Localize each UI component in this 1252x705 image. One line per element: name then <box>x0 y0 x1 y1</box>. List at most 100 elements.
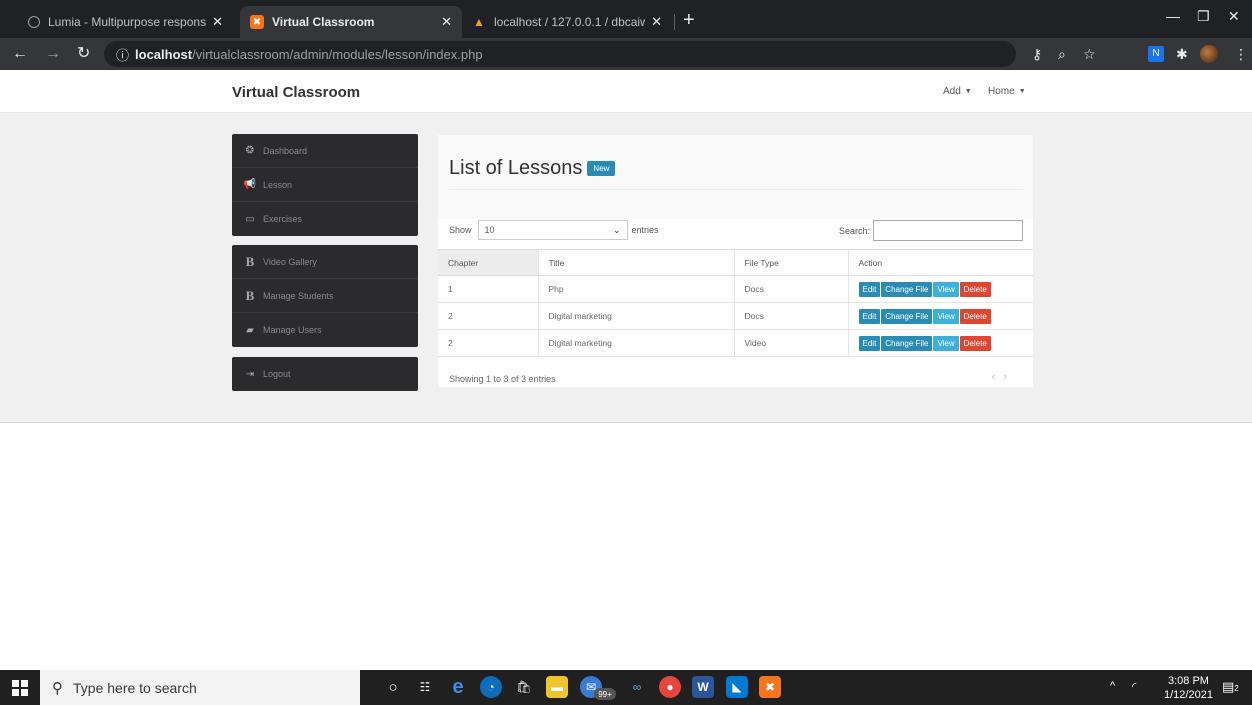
cell-chapter: 1 <box>438 275 539 303</box>
search-icon: ⚲ <box>52 679 63 697</box>
sidebar-item-manage-students[interactable]: B Manage Students <box>232 279 418 313</box>
column-header-action[interactable]: Action <box>848 249 1033 276</box>
bold-b-icon: B <box>245 287 255 303</box>
word-icon[interactable]: W <box>692 676 714 698</box>
restore-icon[interactable]: ❐ <box>1197 8 1210 25</box>
cell-actions: Edit Change File View Delete <box>848 302 1033 330</box>
change-file-button[interactable]: Change File <box>881 281 933 297</box>
sidebar-item-manage-users[interactable]: ▰ Manage Users <box>232 313 418 347</box>
new-tab-icon[interactable]: + <box>683 10 695 30</box>
page-title-text: List of Lessons <box>449 157 583 179</box>
internet-explorer-icon[interactable]: e <box>447 676 469 698</box>
zoom-icon[interactable]: ⌕ <box>1058 46 1066 62</box>
view-button[interactable]: View <box>933 335 959 351</box>
sidebar-item-label: Logout <box>263 369 291 379</box>
sidebar-item-label: Manage Students <box>263 290 334 301</box>
tab-phpmyadmin[interactable]: ▲ localhost / 127.0.0.1 / dbcaiwl / t ✕ <box>462 6 672 38</box>
view-button[interactable]: View <box>933 281 959 297</box>
forward-icon[interactable]: → <box>45 45 61 63</box>
infinity-app-icon[interactable]: ∞ <box>626 676 648 698</box>
delete-button[interactable]: Delete <box>959 335 991 351</box>
minimize-icon[interactable]: — <box>1166 8 1180 24</box>
dashboard-icon: ❂ <box>245 145 255 156</box>
sidebar-item-exercises[interactable]: ▭ Exercises <box>232 202 418 236</box>
previous-page-icon[interactable]: ‹ <box>992 371 1004 383</box>
sidebar-item-label: Lesson <box>263 179 293 190</box>
clock-date: 1/12/2021 <box>1164 689 1213 701</box>
change-file-button[interactable]: Change File <box>881 308 933 324</box>
close-icon[interactable]: ✕ <box>212 14 223 30</box>
new-lesson-button[interactable]: New <box>587 161 616 176</box>
sidebar-item-logout[interactable]: ⇥ Logout <box>232 357 418 391</box>
store-icon[interactable]: 🛍 <box>513 676 535 698</box>
file-explorer-icon[interactable]: ▬ <box>546 676 568 698</box>
bullhorn-icon: 📢 <box>243 179 257 190</box>
delete-button[interactable]: Delete <box>959 308 991 324</box>
nav-home-dropdown[interactable]: Home ▼ <box>988 86 1026 97</box>
chevron-down-icon: ⌄ <box>612 224 621 235</box>
close-icon[interactable]: ✕ <box>441 14 452 30</box>
sidebar-item-dashboard[interactable]: ❂ Dashboard <box>232 134 418 168</box>
key-icon[interactable]: ⚷ <box>1032 46 1042 62</box>
laptop-icon: ▭ <box>245 213 255 225</box>
close-icon[interactable]: ✕ <box>651 14 662 30</box>
url-host: localhost <box>135 46 193 62</box>
column-header-title[interactable]: Title <box>538 249 735 276</box>
bold-b-icon: B <box>245 253 255 269</box>
reload-icon[interactable]: ↻ <box>77 45 90 63</box>
extensions-puzzle-icon[interactable]: ✱ <box>1176 46 1188 62</box>
info-icon[interactable]: ⓘ <box>116 45 129 64</box>
cortana-icon[interactable]: ○ <box>382 676 404 698</box>
back-icon[interactable]: ← <box>12 45 28 63</box>
edit-button[interactable]: Edit <box>858 281 881 297</box>
entries-label: entries <box>631 225 659 235</box>
xampp-icon: ✖ <box>250 15 264 29</box>
table-row: 2 Digital marketing Video Edit Change Fil… <box>438 329 1033 357</box>
cell-title: Digital marketing <box>538 329 735 357</box>
clock[interactable]: 3:08 PM 1/12/2021 <box>1164 674 1213 702</box>
globe-icon <box>28 16 40 28</box>
view-button[interactable]: View <box>933 308 959 324</box>
entries-select[interactable]: 10 ⌄ <box>477 220 628 240</box>
task-view-icon[interactable]: ☷ <box>414 676 436 698</box>
column-header-file-type[interactable]: File Type <box>734 249 849 276</box>
next-page-icon[interactable]: › <box>1003 371 1015 383</box>
badge-count: 99+ <box>594 688 616 700</box>
xampp-icon[interactable]: ✖ <box>759 676 781 698</box>
windows-start-icon[interactable] <box>12 680 28 696</box>
profile-avatar[interactable] <box>1200 45 1218 63</box>
caret-down-icon: ▼ <box>964 87 972 95</box>
address-bar[interactable]: ⓘ localhost /virtualclassroom/admin/modu… <box>104 41 1016 67</box>
change-file-button[interactable]: Change File <box>881 335 933 351</box>
edit-button[interactable]: Edit <box>858 335 881 351</box>
cell-actions: Edit Change File View Delete <box>848 275 1033 303</box>
nav-link-label: Add <box>943 86 961 97</box>
notification-icon[interactable]: ▤2 <box>1222 679 1239 695</box>
extension-n-icon[interactable]: N <box>1148 46 1164 62</box>
menu-dots-icon[interactable]: ⋮ <box>1234 46 1248 62</box>
cell-title: Php <box>538 275 735 303</box>
edge-icon[interactable]: ◔ <box>480 676 502 698</box>
wifi-icon[interactable]: ◜ <box>1132 680 1136 693</box>
sidebar-item-video-gallery[interactable]: B Video Gallery <box>232 245 418 279</box>
table-row: 1 Php Docs Edit Change File View Delete <box>438 275 1033 303</box>
search-input[interactable] <box>873 220 1023 241</box>
photos-icon[interactable]: ◣ <box>726 676 748 698</box>
brand-title[interactable]: Virtual Classroom <box>232 84 360 101</box>
sidebar-item-lesson[interactable]: 📢 Lesson <box>232 168 418 202</box>
top-navbar: Virtual Classroom Add ▼ Home ▼ <box>0 70 1252 113</box>
nav-add-dropdown[interactable]: Add ▼ <box>943 86 972 97</box>
delete-button[interactable]: Delete <box>959 281 991 297</box>
chevron-up-icon[interactable]: ^ <box>1110 680 1115 692</box>
tab-lumia[interactable]: Lumia - Multipurpose responsive ✕ <box>18 6 233 38</box>
cell-title: Digital marketing <box>538 302 735 330</box>
tab-virtual-classroom[interactable]: ✖ Virtual Classroom ✕ <box>240 6 462 38</box>
cell-chapter: 2 <box>438 302 539 330</box>
column-header-chapter[interactable]: Chapter <box>438 249 539 276</box>
taskbar-search[interactable]: ⚲ Type here to search <box>40 670 360 705</box>
window-close-icon[interactable]: ✕ <box>1228 8 1240 25</box>
bookmark-star-icon[interactable]: ☆ <box>1083 46 1096 62</box>
taskbar-search-placeholder: Type here to search <box>73 679 197 696</box>
edit-button[interactable]: Edit <box>858 308 881 324</box>
chrome-icon[interactable]: ● <box>659 676 681 698</box>
